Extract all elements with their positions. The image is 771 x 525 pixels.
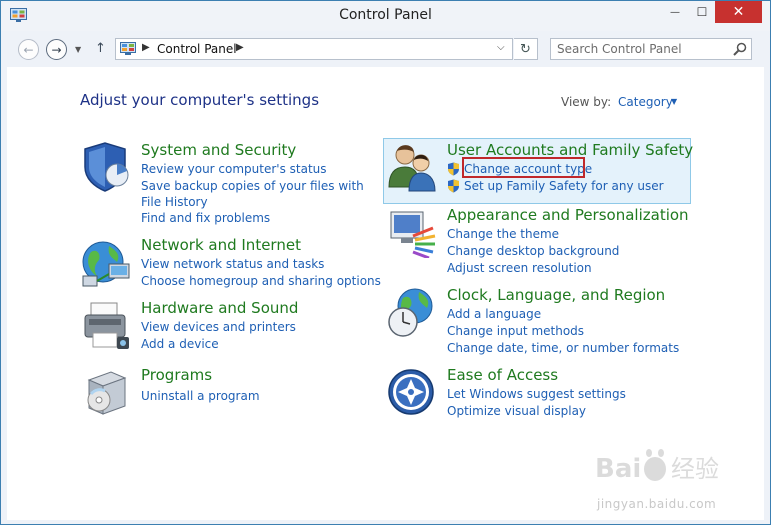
ease-of-access-icon: [388, 369, 434, 415]
link-family-safety[interactable]: Set up Family Safety for any user: [464, 178, 664, 194]
link-date-time-formats[interactable]: Change date, time, or number formats: [447, 340, 679, 356]
svg-text:经验: 经验: [671, 455, 719, 483]
link-desktop-background[interactable]: Change desktop background: [447, 243, 619, 259]
svg-text:Bai: Bai: [595, 454, 641, 484]
annotation-highlight-box: [462, 157, 585, 178]
breadcrumb-separator[interactable]: ▶: [142, 42, 150, 53]
address-dropdown-icon[interactable]: ⌵: [497, 42, 505, 53]
category-title[interactable]: Appearance and Personalization: [447, 206, 689, 224]
link-optimize-display[interactable]: Optimize visual display: [447, 403, 586, 419]
category-title[interactable]: Hardware and Sound: [141, 299, 298, 317]
clock-globe-icon: [388, 288, 433, 337]
maximize-icon: ☐: [696, 5, 708, 19]
forward-arrow-icon: →: [51, 42, 62, 57]
link-network-status[interactable]: View network status and tasks: [141, 256, 324, 272]
printer-icon: [84, 302, 129, 349]
category-system-security: System and Security Review your computer…: [81, 141, 381, 231]
link-input-methods[interactable]: Change input methods: [447, 323, 584, 339]
window-title: Control Panel: [339, 7, 432, 23]
category-title[interactable]: System and Security: [141, 141, 296, 159]
refresh-button[interactable]: ↻: [514, 38, 538, 60]
link-change-theme[interactable]: Change the theme: [447, 226, 559, 242]
close-button[interactable]: ✕: [715, 1, 762, 23]
search-icon[interactable]: [733, 42, 747, 56]
forward-button[interactable]: →: [46, 39, 67, 60]
view-by-dropdown[interactable]: Category: [618, 95, 673, 109]
category-title[interactable]: Clock, Language, and Region: [447, 286, 665, 304]
category-hardware-sound: Hardware and Sound View devices and prin…: [81, 299, 381, 354]
recent-locations-dropdown[interactable]: ▼: [75, 45, 81, 54]
refresh-icon: ↻: [520, 41, 531, 57]
category-title[interactable]: Ease of Access: [447, 366, 558, 384]
control-panel-window: Control Panel — ☐ ✕ ← → ▼ ↑ ▶ Control Pa…: [0, 0, 771, 525]
category-title[interactable]: Network and Internet: [141, 236, 301, 254]
link-find-fix-problems[interactable]: Find and fix problems: [141, 210, 270, 226]
link-homegroup[interactable]: Choose homegroup and sharing options: [141, 273, 381, 289]
link-screen-resolution[interactable]: Adjust screen resolution: [447, 260, 592, 276]
watermark-url: jingyan.baidu.com: [597, 497, 717, 511]
back-button[interactable]: ←: [18, 39, 39, 60]
navigation-bar: ← → ▼ ↑ ▶ Control Panel ▶ ⌵ ↻: [1, 31, 770, 67]
control-panel-icon: [120, 42, 136, 55]
category-network-internet: Network and Internet View network status…: [81, 236, 381, 291]
search-box[interactable]: [550, 38, 752, 60]
baidu-watermark-logo: Bai 经验: [595, 449, 719, 484]
close-icon: ✕: [732, 4, 745, 20]
minimize-icon: —: [670, 6, 680, 18]
up-arrow-icon[interactable]: ↑: [95, 41, 106, 56]
link-add-language[interactable]: Add a language: [447, 306, 541, 322]
uac-shield-icon: [448, 179, 459, 193]
page-heading: Adjust your computer's settings: [80, 91, 320, 109]
link-suggest-settings[interactable]: Let Windows suggest settings: [447, 386, 626, 402]
link-uninstall-program[interactable]: Uninstall a program: [141, 388, 260, 404]
breadcrumb-control-panel[interactable]: Control Panel: [157, 42, 237, 56]
link-devices-printers[interactable]: View devices and printers: [141, 319, 296, 335]
search-input[interactable]: [557, 41, 727, 57]
view-by-arrow-icon[interactable]: ▼: [671, 97, 677, 106]
breadcrumb-separator[interactable]: ▶: [236, 42, 244, 53]
maximize-button[interactable]: ☐: [689, 1, 715, 23]
view-by-label: View by:: [561, 95, 612, 109]
category-appearance: Appearance and Personalization Change th…: [387, 206, 689, 278]
back-arrow-icon: ←: [23, 42, 34, 57]
globe-network-icon: [82, 241, 130, 287]
link-review-status[interactable]: Review your computer's status: [141, 161, 327, 177]
minimize-button[interactable]: —: [661, 1, 689, 23]
category-title[interactable]: Programs: [141, 366, 212, 384]
monitor-paint-icon: [390, 211, 436, 258]
uac-shield-icon: [448, 162, 459, 176]
link-add-device[interactable]: Add a device: [141, 336, 219, 352]
title-bar: Control Panel — ☐ ✕: [1, 1, 770, 31]
category-programs: Programs Uninstall a program: [81, 366, 381, 416]
category-ease-of-access: Ease of Access Let Windows suggest setti…: [387, 366, 687, 421]
address-bar[interactable]: ▶ Control Panel ▶ ⌵: [115, 38, 513, 60]
category-clock-language-region: Clock, Language, and Region Add a langua…: [387, 286, 687, 358]
link-file-history[interactable]: Save backup copies of your files with Fi…: [141, 178, 366, 210]
shield-icon: [84, 142, 129, 192]
programs-box-icon: [87, 371, 127, 415]
users-icon: [388, 145, 436, 192]
